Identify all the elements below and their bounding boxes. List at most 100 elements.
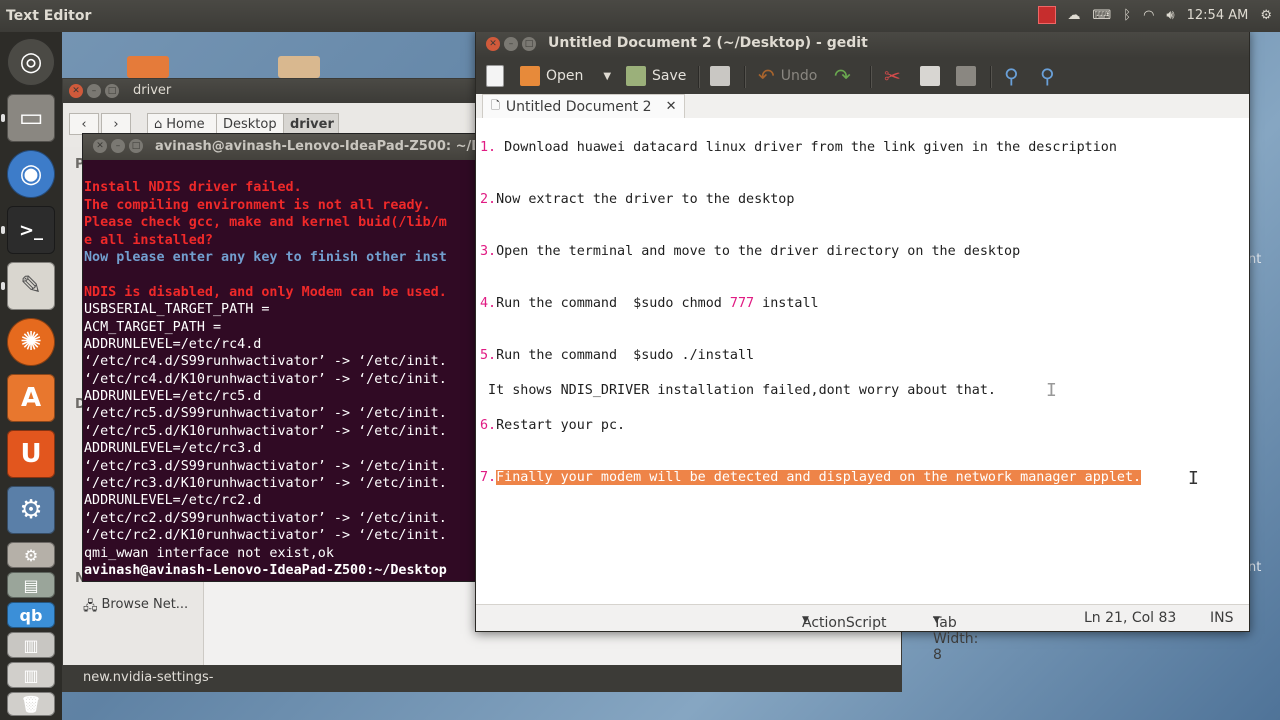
maximize-button[interactable]: □ [105, 84, 119, 98]
cloud-icon[interactable]: ☁ [1068, 8, 1081, 23]
save-icon [626, 66, 646, 86]
tab-untitled-document-2[interactable]: 🗋︎ Untitled Document 2 ✕ [482, 94, 686, 118]
tab-bar: 🗋︎ Untitled Document 2 ✕ [476, 94, 1249, 119]
redo-button[interactable]: ↷ [834, 58, 851, 94]
network-icon: 🖧︎ [83, 599, 98, 614]
terminal-line: Please check gcc, make and kernel buid(/… [84, 215, 447, 231]
ubuntu-one-icon[interactable]: U [7, 430, 55, 478]
terminal-line: ADDRUNLEVEL=/etc/rc2.d [84, 493, 262, 509]
minimize-button[interactable]: – [111, 139, 125, 153]
redo-icon: ↷ [834, 64, 851, 88]
files-icon[interactable]: ▭ [7, 94, 55, 142]
toolbar-separator [698, 66, 700, 88]
device-icon[interactable]: ⚙ [7, 542, 55, 568]
software-center-icon[interactable]: A [7, 374, 55, 422]
maximize-button[interactable]: □ [522, 37, 536, 51]
copy-button[interactable] [920, 58, 940, 94]
qbittorrent-icon[interactable]: qb [7, 602, 55, 628]
keyboard-icon[interactable]: ⌨ [1093, 8, 1112, 23]
power-gear-icon[interactable]: ⚙ [1260, 8, 1272, 23]
new-document-icon [486, 65, 504, 87]
search-icon: ⚲ [1004, 64, 1019, 88]
editor-line: 4.Run the command $sudo chmod 777 instal… [480, 296, 819, 311]
save-button[interactable]: Save [626, 58, 686, 94]
open-button[interactable]: Open ▼ [520, 58, 611, 94]
minimize-button[interactable]: – [87, 84, 101, 98]
firefox-icon[interactable]: ✺ [7, 318, 55, 366]
tab-label: Untitled Document 2 [505, 98, 652, 115]
terminal-line: ADDRUNLEVEL=/etc/rc5.d [84, 389, 262, 405]
chromium-icon[interactable]: ◉ [7, 150, 55, 198]
launcher: ◎ ▭ ◉ >_ ✎ ✺ A U ⚙ ⚙ ▤ qb ▥ ▥ 🗑︎ [0, 32, 62, 720]
paste-button[interactable] [956, 58, 976, 94]
desktop-package-icon[interactable] [278, 56, 320, 78]
folder-open-icon [520, 66, 540, 86]
close-button[interactable]: ✕ [69, 84, 83, 98]
toolbar-separator [744, 66, 746, 88]
terminal-line: ADDRUNLEVEL=/etc/rc3.d [84, 441, 262, 457]
sidebar-item-browse-network[interactable]: 🖧︎ Browse Net... [83, 597, 188, 619]
indicator-red-icon[interactable] [1037, 6, 1056, 24]
device2-icon[interactable]: ▤ [7, 572, 55, 598]
breadcrumb-home[interactable]: ⌂ Home [147, 113, 217, 135]
desktop-icon-label: nt [1248, 560, 1262, 575]
editor-line: It shows NDIS_DRIVER installation failed… [480, 383, 996, 398]
terminal-line: ‘/etc/rc2.d/K10runhwactivator’ -> ‘/etc/… [84, 528, 447, 544]
storage-icon[interactable]: ▥ [7, 632, 55, 658]
print-icon [710, 66, 730, 86]
trash-icon[interactable]: 🗑︎ [7, 692, 55, 716]
window-title: Untitled Document 2 (~/Desktop) - gedit [548, 35, 868, 51]
forward-button[interactable]: › [101, 113, 131, 135]
chevron-down-icon[interactable]: ▼ [603, 71, 611, 82]
ubuntu-dash-icon[interactable]: ◎ [7, 38, 55, 86]
desktop-folder-icon[interactable] [127, 56, 169, 78]
find-replace-button[interactable]: ⚲ [1040, 58, 1055, 94]
terminal-output[interactable]: Install NDIS driver failed. The compiling… [83, 160, 477, 579]
terminal-line: Now please enter any key to finish other… [84, 249, 447, 265]
toolbar-separator [870, 66, 872, 88]
terminal-line: ‘/etc/rc5.d/S99runhwactivator’ -> ‘/etc/… [84, 406, 447, 422]
close-tab-icon[interactable]: ✕ [666, 99, 677, 114]
cut-button[interactable]: ✂ [884, 58, 901, 94]
close-button[interactable]: ✕ [93, 139, 107, 153]
text-editor-area[interactable]: 1. Download huawei datacard linux driver… [476, 118, 1249, 605]
active-app-title: Text Editor [6, 8, 92, 24]
wifi-icon[interactable]: ◠ [1143, 8, 1154, 23]
breadcrumb-driver[interactable]: driver [283, 113, 339, 135]
gedit-titlebar: ✕ – □ Untitled Document 2 (~/Desktop) - … [476, 30, 1249, 58]
undo-button[interactable]: ↶ Undo [758, 58, 817, 94]
gedit-icon[interactable]: ✎ [7, 262, 55, 310]
bluetooth-icon[interactable]: ᛒ [1123, 8, 1131, 23]
back-button[interactable]: ‹ [69, 113, 99, 135]
terminal-window[interactable]: ✕ – □ avinash@avinash-Lenovo-IdeaPad-Z50… [82, 133, 478, 582]
gedit-statusbar: ActionScript ▼ Tab Width: 8 ▼ Ln 21, Col… [476, 604, 1249, 663]
copy-icon [920, 66, 940, 86]
volume-icon[interactable]: 🔊︎ [1166, 8, 1174, 23]
sidebar-item-label: Browse Net... [101, 597, 189, 612]
print-button[interactable] [710, 58, 730, 94]
terminal-icon[interactable]: >_ [7, 206, 55, 254]
maximize-button[interactable]: □ [129, 139, 143, 153]
breadcrumb-desktop[interactable]: Desktop [216, 113, 284, 135]
close-button[interactable]: ✕ [486, 37, 500, 51]
document-icon: 🗋︎ [491, 99, 500, 112]
find-button[interactable]: ⚲ [1004, 58, 1019, 94]
status-text: new.nvidia-settings- [83, 670, 214, 685]
toolbar-separator [990, 66, 992, 88]
minimize-button[interactable]: – [504, 37, 518, 51]
undo-icon: ↶ [758, 64, 775, 88]
undo-label: Undo [780, 68, 818, 84]
storage-icon-2[interactable]: ▥ [7, 662, 55, 688]
insert-mode: INS [1210, 610, 1234, 626]
file-manager-statusbar: new.nvidia-settings- [63, 665, 901, 691]
running-indicator [1, 226, 5, 234]
clock[interactable]: 12:54 AM [1187, 8, 1249, 23]
editor-line: 2.Now extract the driver to the desktop [480, 192, 795, 207]
text-cursor-icon: I [1188, 468, 1199, 489]
system-settings-icon[interactable]: ⚙ [7, 486, 55, 534]
desktop-icon-label: nt [1248, 252, 1262, 267]
new-document-button[interactable] [486, 58, 504, 94]
terminal-line: ‘/etc/rc5.d/K10runhwactivator’ -> ‘/etc/… [84, 423, 447, 439]
